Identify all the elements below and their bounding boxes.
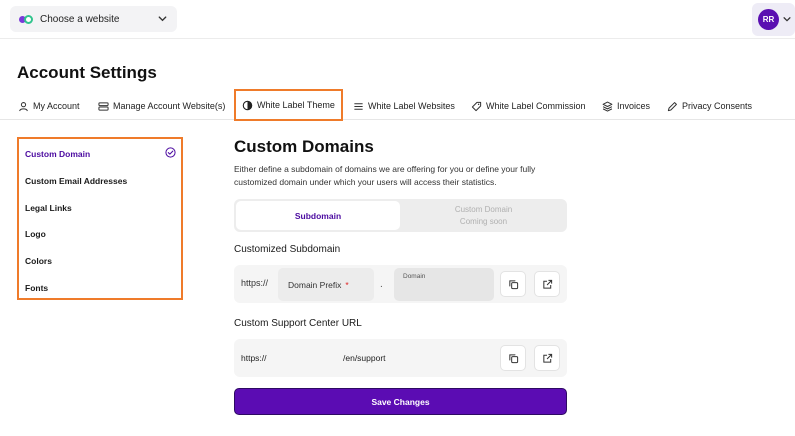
open-support-url-button[interactable] [534, 345, 560, 371]
external-link-icon [542, 279, 552, 289]
copy-icon [508, 353, 518, 363]
subdomain-field-row: https:// Domain Prefix * . Domain [234, 265, 567, 303]
layers-icon [602, 101, 613, 112]
avatar: RR [758, 9, 779, 30]
contrast-icon [242, 100, 253, 110]
open-subdomain-button[interactable] [534, 271, 560, 297]
user-menu[interactable]: RR [752, 3, 795, 36]
list-icon [354, 102, 363, 110]
chevron-down-icon [783, 17, 791, 22]
support-url-field-row: https:// /en/support [234, 339, 567, 377]
tab-label: White Label Websites [368, 101, 455, 111]
tab-privacy-consents[interactable]: Privacy Consents [667, 92, 752, 120]
tab-label: Privacy Consents [682, 101, 753, 111]
domain-separator: . [380, 279, 383, 290]
tab-label: Invoices [617, 101, 651, 111]
settings-tabs: My Account Manage Account Website(s) Whi… [0, 89, 795, 121]
website-selector-label: Choose a website [40, 13, 120, 25]
tab-invoices[interactable]: Invoices [602, 92, 650, 120]
support-url-suffix: /en/support [343, 353, 386, 363]
tab-white-label-theme[interactable]: White Label Theme [234, 89, 343, 121]
website-selector[interactable]: Choose a website [10, 6, 177, 32]
tab-my-account[interactable]: My Account [18, 92, 80, 120]
stack-icon [98, 101, 109, 111]
white-label-sidebar: Custom Domain Custom Email Addresses Leg… [17, 137, 183, 300]
tab-white-label-websites[interactable]: White Label Websites [353, 92, 455, 120]
domain-type-toggle: Subdomain Custom Domain Coming soon [234, 199, 567, 232]
custom-support-url-label: Custom Support Center URL [234, 318, 362, 329]
copy-support-url-button[interactable] [500, 345, 526, 371]
save-changes-button[interactable]: Save Changes [234, 388, 567, 415]
tab-label: Manage Account Website(s) [113, 101, 226, 111]
external-link-icon [542, 353, 552, 363]
sidebar-item-legal-links[interactable]: Legal Links [25, 203, 72, 213]
subdomain-option[interactable]: Subdomain [236, 201, 400, 230]
copy-icon [508, 279, 518, 289]
user-icon [19, 101, 28, 111]
top-bar: Choose a website RR [0, 0, 795, 39]
domain-prefix-placeholder: Domain Prefix [288, 279, 342, 290]
site-logo-icon [19, 14, 33, 24]
sidebar-item-fonts[interactable]: Fonts [25, 283, 48, 293]
chevron-down-icon [158, 16, 167, 22]
custom-domain-option-label: Custom Domain [454, 204, 513, 214]
copy-subdomain-button[interactable] [500, 271, 526, 297]
custom-domain-option: Custom Domain Coming soon [402, 201, 565, 230]
domain-select-label: Domain [403, 273, 426, 280]
sidebar-item-custom-domain[interactable]: Custom Domain [25, 149, 90, 159]
https-prefix: https:// [241, 278, 269, 288]
pen-icon [667, 101, 677, 111]
support-url-prefix: https:// [241, 353, 267, 363]
check-circle-icon [165, 147, 176, 158]
section-title: Custom Domains [234, 137, 374, 156]
sidebar-item-logo[interactable]: Logo [25, 229, 46, 239]
sidebar-item-colors[interactable]: Colors [25, 256, 52, 266]
page-title: Account Settings [17, 63, 157, 82]
tab-manage-websites[interactable]: Manage Account Website(s) [98, 92, 225, 120]
tab-label: White Label Theme [257, 100, 335, 110]
tab-label: White Label Commission [486, 101, 586, 111]
tag-icon [471, 101, 482, 111]
domain-select[interactable]: Domain [394, 268, 494, 301]
coming-soon-note: Coming soon [459, 216, 508, 226]
domain-prefix-input[interactable]: Domain Prefix * [278, 268, 374, 301]
tab-label: My Account [33, 101, 80, 111]
tab-white-label-commission[interactable]: White Label Commission [471, 92, 586, 120]
required-mark: * [345, 279, 349, 290]
section-description: Either define a subdomain of domains we … [234, 164, 536, 187]
sidebar-item-custom-email[interactable]: Custom Email Addresses [25, 176, 127, 186]
customized-subdomain-label: Customized Subdomain [234, 244, 341, 255]
